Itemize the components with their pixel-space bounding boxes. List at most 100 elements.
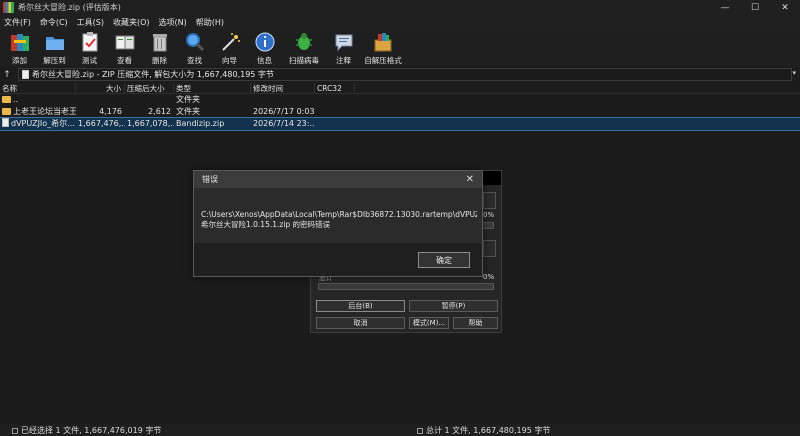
bug-scan-icon bbox=[293, 31, 315, 53]
minimize-button[interactable]: — bbox=[710, 0, 740, 15]
info-icon bbox=[254, 31, 276, 53]
list-item[interactable]: dVPUZJIo_希尔... 1,667,476,... 1,667,078,.… bbox=[0, 117, 800, 131]
item-name: .. bbox=[13, 95, 19, 104]
winrar-app-icon bbox=[3, 2, 14, 13]
virus-scan-label: 扫描病毒 bbox=[289, 56, 319, 65]
help-button[interactable]: 帮助 bbox=[453, 317, 498, 329]
column-modified[interactable]: 修改时间 bbox=[251, 83, 315, 94]
view-button[interactable]: 查看 bbox=[108, 29, 141, 66]
list-item[interactable]: .. 文件夹 bbox=[0, 94, 800, 106]
wizard-label: 向导 bbox=[222, 56, 237, 65]
extract-to-button[interactable]: 解压到 bbox=[38, 29, 71, 66]
comment-label: 注释 bbox=[336, 56, 351, 65]
delete-button[interactable]: 删除 bbox=[143, 29, 176, 66]
menu-favorites[interactable]: 收藏夹(O) bbox=[109, 17, 155, 28]
dialog-title-bar: 错误 ✕ bbox=[194, 171, 482, 188]
column-packed[interactable]: 压缩后大小 bbox=[125, 83, 174, 94]
menu-help[interactable]: 帮助(H) bbox=[192, 17, 229, 28]
magnifier-icon bbox=[184, 31, 206, 53]
up-folder-button[interactable]: ↑ bbox=[0, 70, 14, 80]
item-size bbox=[76, 94, 125, 106]
menu-options[interactable]: 选项(N) bbox=[155, 17, 192, 28]
menu-file[interactable]: 文件(F) bbox=[0, 17, 36, 28]
item-packed bbox=[125, 94, 174, 106]
info-label: 信息 bbox=[257, 56, 272, 65]
close-icon[interactable]: ✕ bbox=[466, 174, 474, 185]
title-bar: 希尔丝大冒险.zip (评估版本) — ☐ ✕ bbox=[0, 0, 800, 15]
folder-icon bbox=[2, 108, 11, 115]
column-crc32[interactable]: CRC32 bbox=[315, 83, 355, 94]
find-button[interactable]: 查找 bbox=[178, 29, 211, 66]
menu-bar: 文件(F) 命令(C) 工具(S) 收藏夹(O) 选项(N) 帮助(H) bbox=[0, 15, 800, 29]
total-progress-bar bbox=[318, 283, 494, 290]
item-crc bbox=[315, 118, 355, 130]
drive-icon bbox=[417, 427, 423, 434]
toolbar: 添加 解压到 测试 查看 删除 查找 向导 信息 扫描病毒 注释 自解压格式 bbox=[0, 29, 800, 66]
maximize-button[interactable]: ☐ bbox=[740, 0, 770, 15]
file-progress-percent: 0% bbox=[483, 211, 495, 219]
mode-button[interactable]: 模式(M)... bbox=[409, 317, 449, 329]
list-item[interactable]: 上老王论坛当老王 4,176 2,612 文件夹 2026/7/17 0:03 bbox=[0, 106, 800, 118]
wand-icon bbox=[219, 31, 241, 53]
item-size: 1,667,476,... bbox=[78, 119, 125, 128]
virus-scan-button[interactable]: 扫描病毒 bbox=[283, 29, 325, 66]
status-total: 总计 1 文件, 1,667,480,195 字节 bbox=[426, 425, 551, 435]
path-text: 希尔丝大冒险.zip - ZIP 压缩文件, 解包大小为 1,667,480,1… bbox=[32, 70, 274, 79]
progress-panel bbox=[483, 192, 496, 209]
total-progress-percent: 0% bbox=[483, 273, 495, 281]
column-type[interactable]: 类型 bbox=[174, 83, 251, 94]
cancel-button[interactable]: 取消 bbox=[316, 317, 405, 329]
pause-button[interactable]: 暂停(P) bbox=[409, 300, 498, 312]
test-button[interactable]: 测试 bbox=[73, 29, 106, 66]
view-label: 查看 bbox=[117, 56, 132, 65]
item-modified: 2026/7/14 23:... bbox=[253, 119, 315, 128]
item-size: 4,176 bbox=[99, 107, 122, 116]
column-size[interactable]: 大小 bbox=[76, 83, 125, 94]
item-name: dVPUZJIo_希尔... bbox=[11, 119, 75, 128]
menu-tools[interactable]: 工具(S) bbox=[73, 17, 109, 28]
dialog-body: C:\Users\Xenos\AppData\Local\Temp\Rar$DI… bbox=[194, 188, 482, 243]
find-label: 查找 bbox=[187, 56, 202, 65]
zip-file-icon bbox=[2, 118, 9, 127]
path-field[interactable]: 希尔丝大冒险.zip - ZIP 压缩文件, 解包大小为 1,667,480,1… bbox=[18, 68, 792, 81]
folder-extract-icon bbox=[44, 31, 66, 53]
folder-icon bbox=[2, 96, 11, 103]
clipboard-check-icon bbox=[79, 31, 101, 53]
trash-icon bbox=[149, 31, 171, 53]
drive-icon bbox=[12, 427, 18, 434]
sfx-label: 自解压格式 bbox=[364, 56, 402, 65]
zip-file-icon bbox=[22, 70, 29, 79]
address-bar: ↑ 希尔丝大冒险.zip - ZIP 压缩文件, 解包大小为 1,667,480… bbox=[0, 67, 800, 82]
rar-books-icon bbox=[9, 31, 31, 53]
item-type: 文件夹 bbox=[176, 95, 200, 104]
sfx-button[interactable]: 自解压格式 bbox=[362, 29, 404, 66]
test-label: 测试 bbox=[82, 56, 97, 65]
window-title: 希尔丝大冒险.zip (评估版本) bbox=[18, 3, 121, 12]
progress-panel bbox=[483, 240, 496, 257]
progress-window-strip bbox=[483, 171, 501, 185]
background-button[interactable]: 后台(B) bbox=[316, 300, 405, 312]
item-packed: 1,667,078,... bbox=[127, 119, 174, 128]
delete-label: 删除 bbox=[152, 56, 167, 65]
info-button[interactable]: 信息 bbox=[248, 29, 281, 66]
error-message-path: C:\Users\Xenos\AppData\Local\Temp\Rar$DI… bbox=[201, 210, 477, 219]
comment-button[interactable]: 注释 bbox=[327, 29, 360, 66]
column-name[interactable]: 名称 bbox=[0, 83, 76, 94]
status-selected: 已经选择 1 文件, 1,667,476,019 字节 bbox=[21, 425, 162, 435]
ok-button[interactable]: 确定 bbox=[418, 252, 470, 268]
list-header: 名称 大小 压缩后大小 类型 修改时间 CRC32 bbox=[0, 83, 800, 94]
sfx-box-icon bbox=[372, 31, 394, 53]
window-controls: — ☐ ✕ bbox=[710, 0, 800, 15]
item-packed: 2,612 bbox=[148, 107, 171, 116]
status-bar: 已经选择 1 文件, 1,667,476,019 字节 总计 1 文件, 1,6… bbox=[0, 424, 800, 436]
menu-commands[interactable]: 命令(C) bbox=[36, 17, 73, 28]
item-modified bbox=[251, 94, 315, 106]
book-view-icon bbox=[114, 31, 136, 53]
error-message-text: 希尔丝大冒险1.0.15.1.zip 的密码错误 bbox=[201, 220, 331, 229]
close-button[interactable]: ✕ bbox=[770, 0, 800, 15]
wizard-button[interactable]: 向导 bbox=[213, 29, 246, 66]
chevron-down-icon[interactable]: ▾ bbox=[792, 69, 796, 77]
add-button[interactable]: 添加 bbox=[3, 29, 36, 66]
item-modified: 2026/7/17 0:03 bbox=[253, 107, 315, 116]
item-type: Bandizip.zip bbox=[176, 119, 225, 128]
